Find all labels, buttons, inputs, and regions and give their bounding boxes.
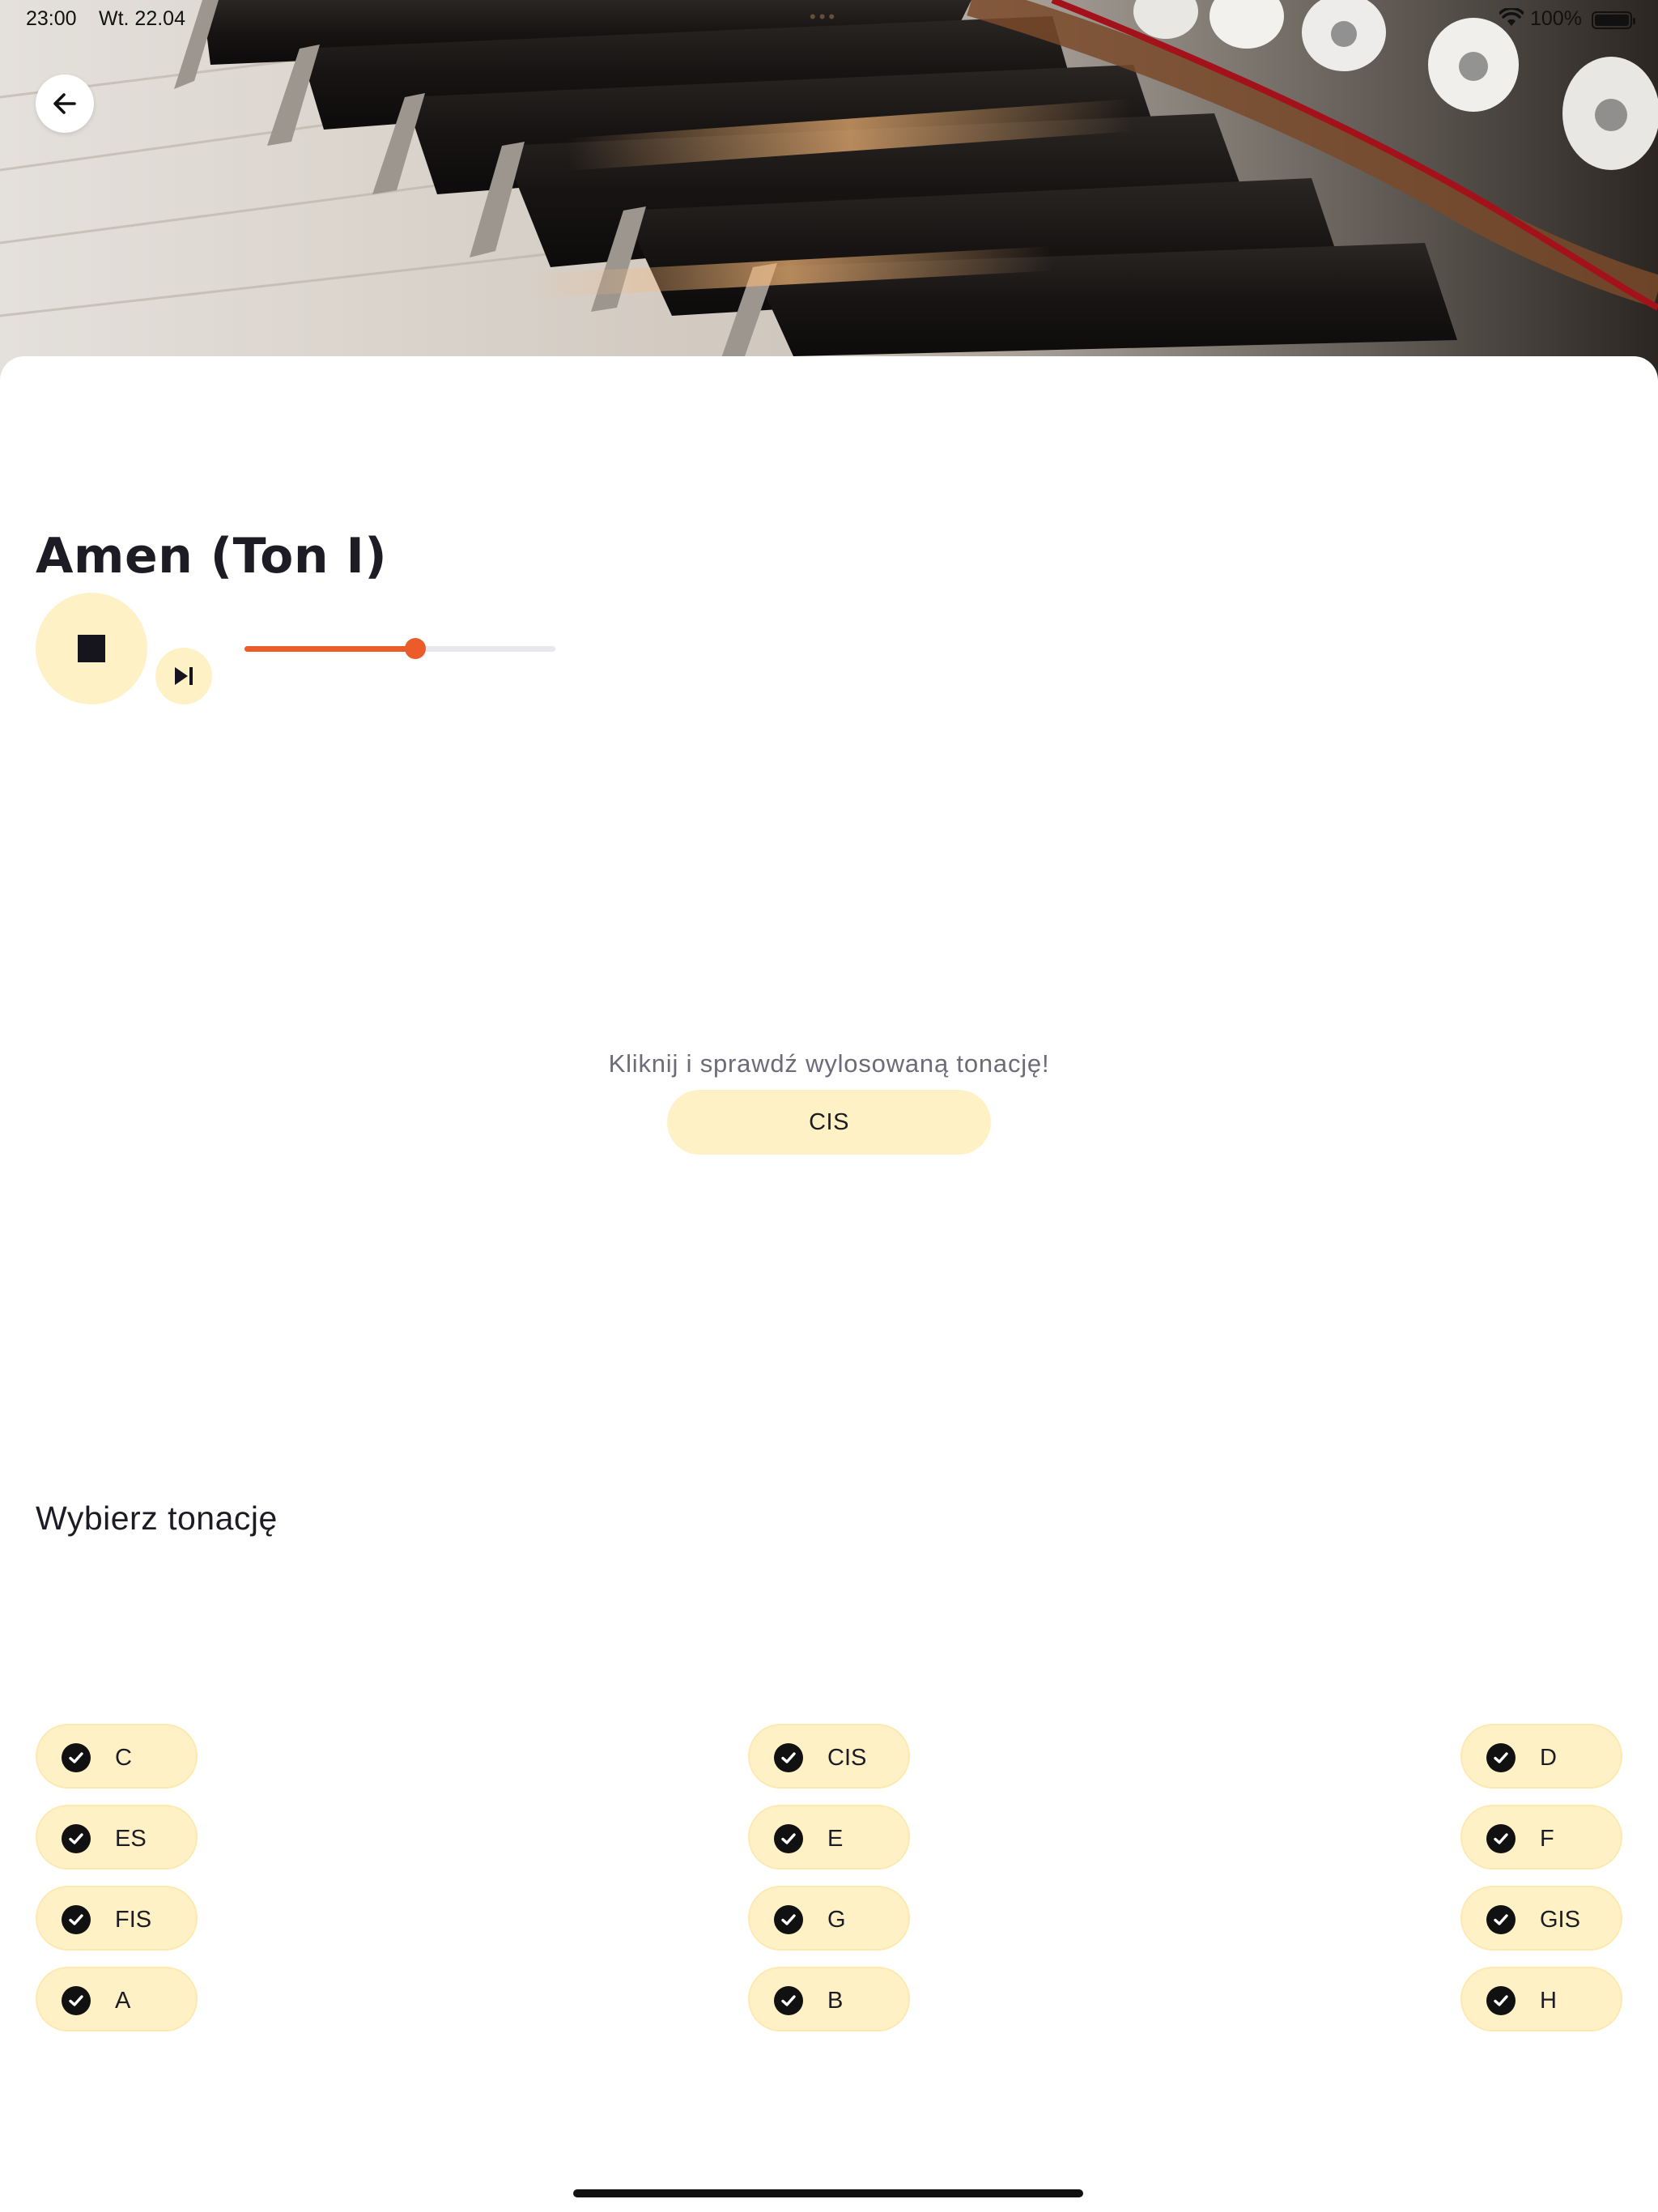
check-icon (1486, 1824, 1516, 1853)
key-chip-label: C (115, 1745, 132, 1771)
key-chip-label: E (827, 1826, 844, 1852)
status-date: Wt. 22.04 (99, 7, 185, 30)
slider-fill (244, 646, 416, 652)
key-chip[interactable]: A (36, 1967, 198, 2031)
check-icon (1486, 1905, 1516, 1934)
key-chip-label: GIS (1540, 1907, 1580, 1933)
check-icon (62, 1905, 91, 1934)
key-chip[interactable]: CIS (748, 1724, 910, 1789)
key-chip-label: D (1540, 1745, 1557, 1771)
key-chip-label: CIS (827, 1745, 867, 1771)
key-chip-label: F (1540, 1826, 1554, 1852)
check-icon (62, 1743, 91, 1772)
key-chip-label: A (115, 1988, 131, 2014)
reveal-hint: Kliknij i sprawdź wylosowaną tonację! (608, 1049, 1050, 1078)
key-chip-label: B (827, 1988, 844, 2014)
slider-thumb[interactable] (405, 638, 427, 659)
key-chip[interactable]: B (748, 1967, 910, 2031)
check-icon (774, 1905, 803, 1934)
check-icon (774, 1743, 803, 1772)
check-icon (62, 1986, 91, 2015)
status-time: 23:00 (26, 7, 77, 30)
key-chip[interactable]: FIS (36, 1886, 198, 1950)
key-chip[interactable]: GIS (1460, 1886, 1622, 1950)
hero-image (0, 0, 1658, 381)
check-icon (1486, 1743, 1516, 1772)
key-chip[interactable]: G (748, 1886, 910, 1950)
playback-slider[interactable] (244, 638, 555, 659)
key-chip[interactable]: E (748, 1805, 910, 1870)
battery-icon (1592, 11, 1635, 29)
multitasking-dots-icon[interactable]: ••• (810, 6, 838, 28)
choose-key-heading: Wybierz tonację (36, 1499, 278, 1537)
check-icon (774, 1986, 803, 2015)
key-chip[interactable]: D (1460, 1724, 1622, 1789)
key-chip[interactable]: ES (36, 1805, 198, 1870)
key-chip-label: H (1540, 1988, 1557, 2014)
back-button[interactable] (36, 74, 94, 133)
key-chip-label: ES (115, 1826, 147, 1852)
key-chip[interactable]: F (1460, 1805, 1622, 1870)
check-icon (1486, 1986, 1516, 2015)
battery-percentage: 100% (1530, 7, 1582, 30)
skip-next-button[interactable] (155, 648, 212, 704)
key-chip[interactable]: H (1460, 1967, 1622, 2031)
wifi-icon (1499, 8, 1524, 26)
home-indicator[interactable] (573, 2189, 1083, 2197)
stop-icon (78, 635, 105, 662)
arrow-left-icon (53, 93, 76, 114)
reveal-key-button[interactable]: CIS (667, 1090, 991, 1155)
skip-next-icon (175, 667, 193, 685)
piano-keys-illustration (0, 0, 1658, 381)
key-chip-label: FIS (115, 1907, 152, 1933)
status-bar: 23:00 Wt. 22.04 ••• 100% (0, 0, 1658, 39)
check-icon (774, 1824, 803, 1853)
key-chip[interactable]: C (36, 1724, 198, 1789)
key-chip-label: G (827, 1907, 846, 1933)
exercise-title: Amen (Ton I) (36, 528, 388, 585)
stop-button[interactable] (36, 593, 147, 704)
check-icon (62, 1824, 91, 1853)
